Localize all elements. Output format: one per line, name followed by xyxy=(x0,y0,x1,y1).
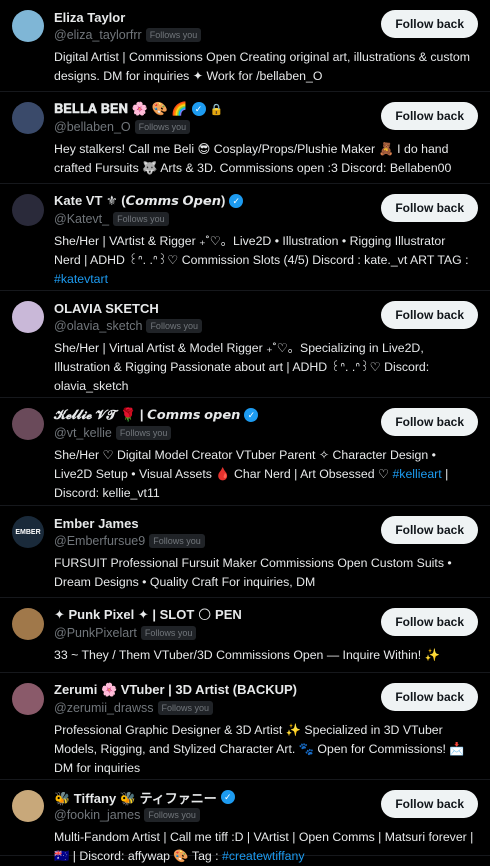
display-name[interactable]: OLAVIA SKETCH xyxy=(54,301,159,316)
bio-text: Professional Graphic Designer & 3D Artis… xyxy=(54,723,465,775)
user-bio: 33 ~ They / Them VTuber/3D Commissions O… xyxy=(54,646,478,665)
avatar[interactable] xyxy=(12,608,44,640)
user-bio: She/Her | Virtual Artist & Model Rigger … xyxy=(54,339,478,396)
display-name[interactable]: Kate VT ⚜ (𝘾𝙤𝙢𝙢𝙨 𝙊𝙥𝙚𝙣) xyxy=(54,193,225,209)
bio-text: She/Her | VArtist & Rigger ₊˚♡。Live2D • … xyxy=(54,234,469,267)
user-cell[interactable]: 𝐁𝐄𝐋𝐋𝐀 𝐁𝐄𝐍 🌸 🎨 🌈 ✓ 🔒 @bellaben_O Follows you F… xyxy=(0,92,490,184)
follow-back-button[interactable]: Follow back xyxy=(381,683,478,711)
user-handle[interactable]: @eliza_taylorfrr xyxy=(54,28,142,42)
follower-list: Eliza Taylor @eliza_taylorfrr Follows you F… xyxy=(0,0,490,863)
display-name[interactable]: 🐝 Tiffany 🐝 ティファニー xyxy=(54,788,217,807)
user-handle[interactable]: @bellaben_O xyxy=(54,120,131,134)
display-name[interactable]: Zerumi 🌸 VTuber | 3D Artist (BACKUP) xyxy=(54,682,297,698)
user-cell[interactable]: Eliza Taylor @eliza_taylorfrr Follows you F… xyxy=(0,0,490,92)
user-bio: Hey stalkers! Call me Beli 😎 Cosplay/Pro… xyxy=(54,140,478,178)
display-name[interactable]: Ember James xyxy=(54,516,139,531)
follow-back-button[interactable]: Follow back xyxy=(381,194,478,222)
follow-back-button[interactable]: Follow back xyxy=(381,301,478,329)
avatar[interactable]: EMBER xyxy=(12,516,44,548)
user-cell[interactable]: EMBER Ember James @Emberfursue9 Follows you… xyxy=(0,506,490,598)
user-cell[interactable]: Zerumi 🌸 VTuber | 3D Artist (BACKUP) @zer… xyxy=(0,673,490,780)
user-bio: FURSUIT Professional Fursuit Maker Commi… xyxy=(54,554,478,592)
lock-icon: 🔒 xyxy=(209,103,224,116)
follow-back-button[interactable]: Follow back xyxy=(381,790,478,818)
verified-badge-icon: ✓ xyxy=(229,194,244,208)
follows-you-badge: Follows you xyxy=(144,808,200,822)
user-handle[interactable]: @olavia_sketch xyxy=(54,319,142,333)
follow-back-button[interactable]: Follow back xyxy=(381,102,478,130)
verified-badge-icon: ✓ xyxy=(191,102,206,116)
bio-text: Hey stalkers! Call me Beli 😎 Cosplay/Pro… xyxy=(54,142,452,175)
bio-text: She/Her | Virtual Artist & Model Rigger … xyxy=(54,341,430,393)
follows-you-badge: Follows you xyxy=(140,626,197,640)
user-handle[interactable]: @vt_kellie xyxy=(54,426,112,440)
display-name[interactable]: 𝓚𝓮𝓵𝓵𝓲𝓮 𝓥𝓣 🌹 | 𝘾𝙤𝙢𝙢𝙨 𝙤𝙥𝙚𝙣 xyxy=(54,407,240,423)
bio-text: She/Her ♡ Digital Model Creator VTuber P… xyxy=(54,448,436,481)
avatar[interactable] xyxy=(12,102,44,134)
follow-back-button[interactable]: Follow back xyxy=(381,10,478,38)
follows-you-badge: Follows you xyxy=(149,534,205,548)
user-bio: Multi-Fandom Artist | Call me tiff :D | … xyxy=(54,828,478,866)
avatar[interactable] xyxy=(12,301,44,333)
avatar[interactable] xyxy=(12,10,44,42)
hashtag-link[interactable]: #katevtart xyxy=(54,272,108,286)
follows-you-badge: Follows you xyxy=(134,120,191,134)
user-handle[interactable]: @Emberfursue9 xyxy=(54,534,145,548)
user-handle[interactable]: @fookin_james xyxy=(54,808,140,822)
user-cell[interactable]: 𝓚𝓮𝓵𝓵𝓲𝓮 𝓥𝓣 🌹 | 𝘾𝙤𝙢𝙢𝙨 𝙤𝙥𝙚𝙣 ✓ @vt_kellie Follo… xyxy=(0,398,490,506)
bio-text: Digital Artist | Commissions Open Creati… xyxy=(54,50,470,83)
user-cell[interactable]: OLAVIA SKETCH @olavia_sketch Follows you Fo… xyxy=(0,291,490,398)
hashtag-link[interactable]: #kellieart xyxy=(392,467,441,481)
avatar[interactable] xyxy=(12,683,44,715)
verified-badge-icon: ✓ xyxy=(244,408,259,422)
bio-text: FURSUIT Professional Fursuit Maker Commi… xyxy=(54,556,452,589)
user-bio: She/Her | VArtist & Rigger ₊˚♡。Live2D • … xyxy=(54,232,478,289)
user-cell[interactable]: ✦ Punk Pixel ✦ | SLOT 🌕 PEN @PunkPixelart… xyxy=(0,598,490,673)
follow-back-button[interactable]: Follow back xyxy=(381,608,478,636)
follow-back-button[interactable]: Follow back xyxy=(381,408,478,436)
user-bio: Digital Artist | Commissions Open Creati… xyxy=(54,48,478,86)
user-bio: Professional Graphic Designer & 3D Artis… xyxy=(54,721,478,778)
avatar[interactable] xyxy=(12,194,44,226)
user-handle[interactable]: @zerumii_drawss xyxy=(54,701,154,715)
follow-back-button[interactable]: Follow back xyxy=(381,516,478,544)
user-bio: She/Her ♡ Digital Model Creator VTuber P… xyxy=(54,446,478,503)
follows-you-badge: Follows you xyxy=(157,701,214,715)
user-handle[interactable]: @Katevt_ xyxy=(54,212,109,226)
display-name[interactable]: Eliza Taylor xyxy=(54,10,125,25)
display-name[interactable]: 𝐁𝐄𝐋𝐋𝐀 𝐁𝐄𝐍 🌸 🎨 🌈 xyxy=(54,101,188,117)
follows-you-badge: Follows you xyxy=(113,212,169,226)
bio-text: 33 ~ They / Them VTuber/3D Commissions O… xyxy=(54,648,440,662)
verified-badge-icon: ✓ xyxy=(220,790,235,804)
hashtag-link[interactable]: #createwtiffany xyxy=(222,849,304,863)
avatar[interactable] xyxy=(12,790,44,822)
user-handle[interactable]: @PunkPixelart xyxy=(54,626,137,640)
avatar[interactable] xyxy=(12,408,44,440)
user-cell[interactable]: 🐝 Tiffany 🐝 ティファニー ✓ @fookin_james Follows … xyxy=(0,780,490,863)
user-cell[interactable]: Kate VT ⚜ (𝘾𝙤𝙢𝙢𝙨 𝙊𝙥𝙚𝙣) ✓ @Katevt_ Follows y… xyxy=(0,184,490,291)
display-name[interactable]: ✦ Punk Pixel ✦ | SLOT 🌕 PEN xyxy=(54,607,242,623)
follows-you-badge: Follows you xyxy=(115,426,172,440)
follows-you-badge: Follows you xyxy=(146,319,202,333)
follows-you-badge: Follows you xyxy=(145,28,202,42)
